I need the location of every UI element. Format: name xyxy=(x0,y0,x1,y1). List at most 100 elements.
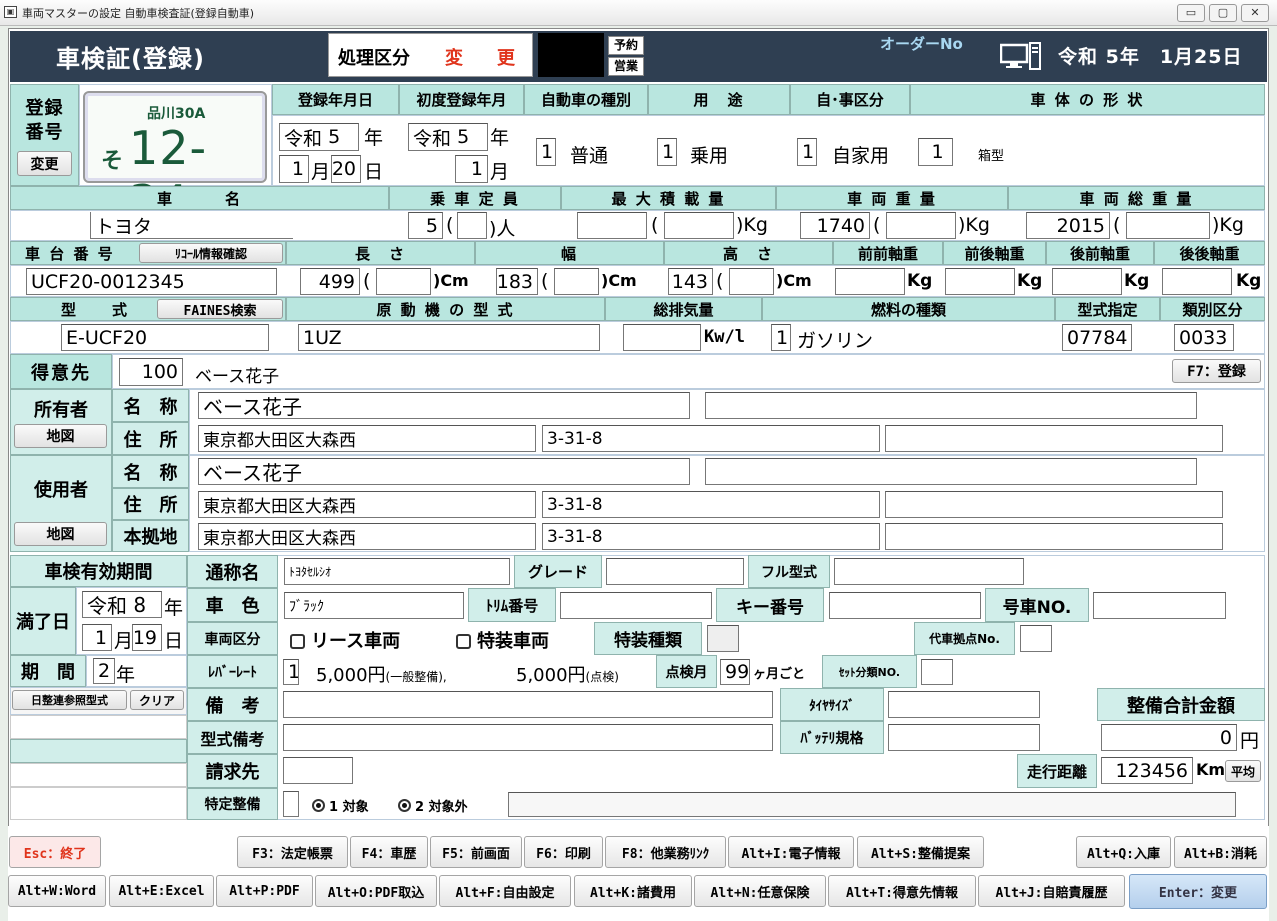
alt-f-custom-button[interactable]: Alt+F:自由設定 xyxy=(439,875,571,907)
user-addr2-field[interactable]: 3-31-8 xyxy=(542,491,880,518)
key-number-field[interactable] xyxy=(829,592,981,619)
mileage-field[interactable]: 123456 xyxy=(1101,757,1193,784)
alt-w-word-button[interactable]: Alt+W:Word xyxy=(8,875,106,907)
rf-axle-field[interactable] xyxy=(1052,268,1122,295)
class-field[interactable]: 0033 xyxy=(1174,324,1234,351)
displacement-field[interactable] xyxy=(623,324,701,351)
lease-checkbox[interactable]: リース車両 xyxy=(290,627,400,653)
first-era-field[interactable]: 令和 5 xyxy=(408,123,488,151)
owner-name-field[interactable]: ベース花子 xyxy=(198,392,690,419)
f8-link-button[interactable]: F8：他業務ﾘﾝｸ xyxy=(605,836,726,868)
reg-month-field[interactable]: 1 xyxy=(279,155,309,183)
expire-month-field[interactable]: 1 xyxy=(82,624,112,651)
owner-addr3-field[interactable] xyxy=(885,425,1223,452)
tire-size-field[interactable] xyxy=(888,691,1040,718)
gosha-field[interactable] xyxy=(1093,592,1226,619)
alt-p-pdf-button[interactable]: Alt+P:PDF xyxy=(216,875,313,907)
trim-field[interactable] xyxy=(560,592,712,619)
owner-addr1-field[interactable]: 東京都大田区大森西 xyxy=(198,425,536,452)
user-base1-field[interactable]: 東京都大田区大森西 xyxy=(198,523,536,550)
special-checkbox[interactable]: 特装車両 xyxy=(456,627,549,653)
average-button[interactable]: 平均 xyxy=(1225,760,1261,782)
alt-b-consumables-button[interactable]: Alt+B:消耗 xyxy=(1174,836,1267,868)
f6-print-button[interactable]: F6：印刷 xyxy=(524,836,603,868)
nisei-reference-button[interactable]: 日整連参照型式 xyxy=(12,690,127,710)
length-field[interactable]: 499 xyxy=(300,268,360,295)
f5-prev-screen-button[interactable]: F5：前画面 xyxy=(430,836,522,868)
tokutei-option-2[interactable]: 2 対象外 xyxy=(398,796,468,815)
user-base2-field[interactable]: 3-31-8 xyxy=(542,523,880,550)
user-name-field[interactable]: ベース花子 xyxy=(198,458,690,485)
total-amount-field[interactable]: 0 xyxy=(1101,724,1237,751)
weight-field[interactable]: 1740 xyxy=(800,212,870,239)
expire-day-field[interactable]: 19 xyxy=(132,624,162,651)
expire-era-field[interactable]: 令和 8 xyxy=(82,591,162,618)
reg-era-field[interactable]: 令和 5 xyxy=(279,123,359,151)
length-sub-field[interactable] xyxy=(376,268,431,295)
jiji-code-field[interactable]: 1 xyxy=(797,138,817,166)
model-remarks-field[interactable] xyxy=(283,724,773,751)
esc-exit-button[interactable]: Esc：終了 xyxy=(9,836,101,868)
reg-change-button[interactable]: 変更 xyxy=(17,151,72,176)
alt-j-jibaiseki-button[interactable]: Alt+J:自賠責履歴 xyxy=(978,875,1125,907)
tokutei-code-field[interactable] xyxy=(283,791,299,817)
model-field[interactable]: E-UCF20 xyxy=(61,324,269,351)
customer-code-field[interactable]: 100 xyxy=(119,358,183,386)
type-spec-field[interactable]: 07784 xyxy=(1062,324,1132,351)
user-map-button[interactable]: 地図 xyxy=(14,522,107,546)
width-field[interactable]: 183 xyxy=(496,268,538,295)
f3-legal-forms-button[interactable]: F3：法定帳票 xyxy=(237,836,348,868)
owner-addr2-field[interactable]: 3-31-8 xyxy=(542,425,880,452)
minimize-button[interactable]: ▭ xyxy=(1177,4,1205,22)
alt-o-pdf-import-button[interactable]: Alt+O:PDF取込 xyxy=(315,875,437,907)
fr-axle-field[interactable] xyxy=(945,268,1015,295)
max-load-sub-field[interactable] xyxy=(664,212,734,239)
recall-button[interactable]: ﾘｺｰﾙ情報確認 xyxy=(139,243,283,263)
user-addr3-field[interactable] xyxy=(885,491,1223,518)
alt-t-customer-info-button[interactable]: Alt+T:得意先情報 xyxy=(828,875,976,907)
remarks-field[interactable] xyxy=(283,691,773,718)
user-name2-field[interactable] xyxy=(705,458,1197,485)
register-f7-button[interactable]: F7：登録 xyxy=(1172,359,1261,383)
daisha-field[interactable] xyxy=(1020,625,1052,652)
alt-k-expenses-button[interactable]: Alt+K:諸費用 xyxy=(574,875,692,907)
period-field[interactable]: 2 xyxy=(93,658,115,684)
faines-search-button[interactable]: FAINES検索 xyxy=(157,299,283,319)
capacity-sub-field[interactable] xyxy=(457,212,487,239)
engine-field[interactable]: 1UZ xyxy=(298,324,600,351)
enter-change-button[interactable]: Enter：変更 xyxy=(1129,874,1267,909)
body-code-field[interactable]: 1 xyxy=(918,138,953,166)
car-name-field[interactable]: トヨタ xyxy=(90,212,293,239)
user-addr1-field[interactable]: 東京都大田区大森西 xyxy=(198,491,536,518)
width-sub-field[interactable] xyxy=(554,268,599,295)
f4-history-button[interactable]: F4：車歴 xyxy=(350,836,428,868)
yoyaku-badge[interactable]: 予約 xyxy=(608,36,644,55)
height-sub-field[interactable] xyxy=(729,268,774,295)
kind-code-field[interactable]: 1 xyxy=(536,138,556,166)
owner-name2-field[interactable] xyxy=(705,392,1197,419)
full-model-field[interactable] xyxy=(834,558,1024,585)
max-load-field[interactable] xyxy=(577,212,647,239)
ff-axle-field[interactable] xyxy=(835,268,905,295)
gross-weight-field[interactable]: 2015 xyxy=(1026,212,1110,239)
use-code-field[interactable]: 1 xyxy=(657,138,677,166)
first-month-field[interactable]: 1 xyxy=(455,155,488,183)
alt-n-insurance-button[interactable]: Alt+N:任意保険 xyxy=(694,875,826,907)
eigyo-badge[interactable]: 営業 xyxy=(608,57,644,76)
inspection-month-field[interactable]: 99 xyxy=(720,659,750,685)
tokutei-note-field[interactable] xyxy=(508,792,1236,817)
alt-q-nyuko-button[interactable]: Alt+Q:入庫 xyxy=(1076,836,1171,868)
maximize-button[interactable]: ▢ xyxy=(1209,4,1237,22)
set-class-field[interactable] xyxy=(921,659,953,685)
capacity-field[interactable]: 5 xyxy=(408,212,443,239)
tokutei-option-1[interactable]: 1 対象 xyxy=(312,796,369,815)
tokuso-field[interactable] xyxy=(707,625,739,652)
common-name-field[interactable]: ﾄﾖﾀｾﾙｼｵ xyxy=(284,558,510,585)
reg-day-field[interactable]: 20 xyxy=(331,155,361,183)
battery-field[interactable] xyxy=(888,724,1040,751)
alt-i-econ-button[interactable]: Alt+I:電子情報 xyxy=(728,836,854,868)
gross-weight-sub-field[interactable] xyxy=(1126,212,1210,239)
alt-e-excel-button[interactable]: Alt+E:Excel xyxy=(109,875,214,907)
weight-sub-field[interactable] xyxy=(886,212,956,239)
alt-s-proposal-button[interactable]: Alt+S:整備提案 xyxy=(857,836,984,868)
